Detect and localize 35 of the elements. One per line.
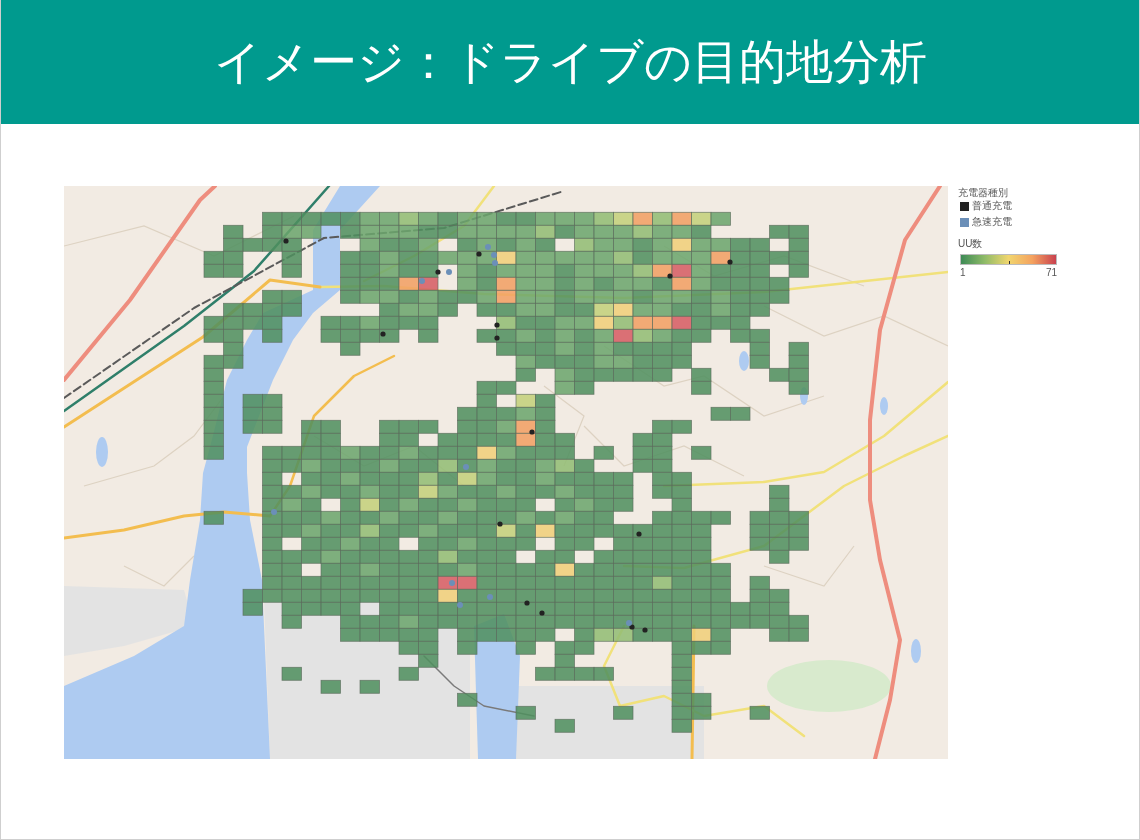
dot-marker-icon <box>494 335 500 341</box>
pond <box>911 639 921 663</box>
dot-marker-icon <box>435 269 441 275</box>
pond <box>880 397 888 415</box>
pond <box>739 351 749 371</box>
dot-marker-icon <box>529 429 535 435</box>
dot-marker-icon <box>497 521 503 527</box>
dot-marker-icon <box>494 322 500 328</box>
dot-marker-icon <box>283 238 289 244</box>
dot-marker-icon <box>539 610 545 616</box>
dot-marker-icon <box>271 509 277 515</box>
dot-marker-icon <box>491 252 497 258</box>
dot-marker-icon <box>380 331 386 337</box>
legend-label: 普通充電 <box>972 199 1012 213</box>
dot-marker-icon <box>642 627 648 633</box>
dot-marker-icon <box>449 580 455 586</box>
legend-title: 充電器種別 <box>958 187 1009 199</box>
color-scale-title: UU数 <box>958 237 984 251</box>
dot-marker-icon <box>419 278 425 284</box>
dot-marker-icon <box>524 600 530 606</box>
dot-marker-icon <box>667 273 673 279</box>
dot-marker-icon <box>457 602 463 608</box>
scale-max-label: 71 <box>1045 267 1057 279</box>
legend-label: 急速充電 <box>972 215 1012 229</box>
dot-marker-icon <box>463 464 469 470</box>
dot-marker-icon <box>727 259 733 265</box>
dot-marker-icon <box>485 244 491 250</box>
dot-marker-icon <box>476 251 482 257</box>
slide-title: イメージ：ドライブの目的地分析 <box>213 34 927 90</box>
dot-marker-icon <box>636 531 642 537</box>
scale-min-label: 1 <box>960 267 966 279</box>
pond <box>96 437 108 467</box>
dot-marker-icon <box>487 594 493 600</box>
dot-marker-icon <box>492 260 498 266</box>
dot-marker-icon <box>446 269 452 275</box>
